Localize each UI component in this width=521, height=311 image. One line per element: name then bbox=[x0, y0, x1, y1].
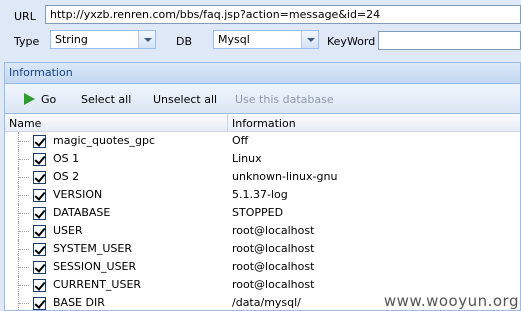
column-header-information[interactable]: Information bbox=[232, 117, 296, 130]
tree-connector bbox=[18, 186, 32, 204]
row-name: OS 1 bbox=[53, 152, 80, 165]
tree-connector bbox=[18, 276, 32, 294]
tree-connector bbox=[18, 240, 32, 258]
db-select[interactable]: Mysql bbox=[213, 30, 319, 49]
type-select[interactable]: String bbox=[50, 30, 156, 49]
table-row[interactable]: DATABASE STOPPED bbox=[5, 204, 520, 222]
chevron-down-icon bbox=[144, 38, 152, 42]
row-checkbox[interactable] bbox=[33, 279, 46, 292]
row-information: root@localhost bbox=[232, 260, 315, 273]
row-name: SYSTEM_USER bbox=[53, 242, 132, 255]
column-separator bbox=[227, 114, 228, 132]
tree-connector bbox=[18, 132, 32, 150]
toolbar: Go Select all Unselect all Use this data… bbox=[5, 84, 520, 114]
db-label: DB bbox=[176, 35, 193, 48]
row-checkbox[interactable] bbox=[33, 225, 46, 238]
row-name: OS 2 bbox=[53, 170, 80, 183]
db-dropdown-button[interactable] bbox=[301, 31, 318, 48]
row-information: Off bbox=[232, 134, 249, 147]
row-checkbox[interactable] bbox=[33, 153, 46, 166]
row-information: Linux bbox=[232, 152, 262, 165]
tree-connector bbox=[18, 204, 32, 222]
column-header-name[interactable]: Name bbox=[9, 117, 41, 130]
row-information: root@localhost bbox=[232, 278, 315, 291]
row-information: root@localhost bbox=[232, 224, 315, 237]
play-icon bbox=[24, 93, 35, 105]
table-row[interactable]: OS 2 unknown-linux-gnu bbox=[5, 168, 520, 186]
db-select-value: Mysql bbox=[218, 33, 250, 46]
row-name: DATABASE bbox=[53, 206, 111, 219]
select-all-button[interactable]: Select all bbox=[81, 93, 131, 106]
row-information: root@localhost bbox=[232, 242, 315, 255]
row-checkbox[interactable] bbox=[33, 135, 46, 148]
grid-header: Name Information bbox=[5, 114, 520, 132]
url-input[interactable] bbox=[45, 5, 521, 24]
tree-connector bbox=[18, 222, 32, 240]
table-row[interactable]: OS 1 Linux bbox=[5, 150, 520, 168]
table-row[interactable]: magic_quotes_gpc Off bbox=[5, 132, 520, 150]
url-label: URL bbox=[14, 10, 36, 23]
row-checkbox[interactable] bbox=[33, 261, 46, 274]
row-name: VERSION bbox=[53, 188, 103, 201]
row-name: SESSION_USER bbox=[53, 260, 137, 273]
row-checkbox[interactable] bbox=[33, 171, 46, 184]
chevron-down-icon bbox=[307, 38, 315, 42]
tree-connector bbox=[18, 294, 32, 311]
tree-connector bbox=[18, 168, 32, 186]
table-row[interactable]: USER root@localhost bbox=[5, 222, 520, 240]
watermark: www.wooyun.org bbox=[383, 292, 519, 310]
query-form: URL Type String DB Mysql KeyWord bbox=[0, 0, 521, 60]
use-database-button[interactable]: Use this database bbox=[235, 93, 334, 106]
row-checkbox[interactable] bbox=[33, 207, 46, 220]
keyword-input[interactable] bbox=[378, 31, 521, 50]
row-information: 5.1.37-log bbox=[232, 188, 288, 201]
row-name: magic_quotes_gpc bbox=[53, 134, 156, 147]
panel-title-text: Information bbox=[9, 66, 73, 79]
row-information: unknown-linux-gnu bbox=[232, 170, 338, 183]
go-button[interactable]: Go bbox=[41, 93, 56, 106]
tree-connector bbox=[18, 150, 32, 168]
row-checkbox[interactable] bbox=[33, 189, 46, 202]
table-row[interactable]: VERSION 5.1.37-log bbox=[5, 186, 520, 204]
keyword-label: KeyWord bbox=[327, 35, 376, 48]
unselect-all-button[interactable]: Unselect all bbox=[153, 93, 217, 106]
row-name: BASE DIR bbox=[53, 296, 105, 309]
type-select-value: String bbox=[55, 33, 88, 46]
table-row[interactable]: SYSTEM_USER root@localhost bbox=[5, 240, 520, 258]
row-checkbox[interactable] bbox=[33, 243, 46, 256]
table-row[interactable]: SESSION_USER root@localhost bbox=[5, 258, 520, 276]
row-name: USER bbox=[53, 224, 83, 237]
row-information: /data/mysql/ bbox=[232, 296, 301, 309]
panel-title: Information bbox=[5, 63, 520, 84]
information-panel: Information Go Select all Unselect all U… bbox=[4, 62, 521, 311]
row-name: CURRENT_USER bbox=[53, 278, 142, 291]
tree-connector bbox=[18, 258, 32, 276]
grid-body: magic_quotes_gpc Off OS 1 Linux OS 2 unknown-… bbox=[5, 132, 520, 311]
type-label: Type bbox=[14, 35, 40, 48]
row-information: STOPPED bbox=[232, 206, 284, 219]
row-checkbox[interactable] bbox=[33, 297, 46, 310]
type-dropdown-button[interactable] bbox=[138, 31, 155, 48]
